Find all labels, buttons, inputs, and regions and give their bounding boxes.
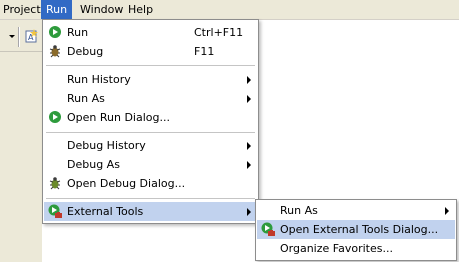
- run-menu: Run Ctrl+F11 Debug F11 Run History Run A…: [42, 19, 259, 224]
- menu-project[interactable]: Project: [0, 0, 46, 19]
- menu-item-label: Debug History: [67, 139, 146, 152]
- menu-item-open-debug-dialog[interactable]: Open Debug Dialog...: [44, 174, 257, 193]
- submenu-arrow-icon: [247, 208, 251, 216]
- submenu-arrow-icon: [445, 207, 449, 215]
- menu-item-debug[interactable]: Debug F11: [44, 42, 257, 61]
- menu-item-run-history[interactable]: Run History: [44, 70, 257, 89]
- submenu-item-open-external-tools-dialog[interactable]: Open External Tools Dialog...: [257, 220, 455, 239]
- menu-item-open-run-dialog[interactable]: Open Run Dialog...: [44, 108, 257, 127]
- menu-item-label: Debug As: [67, 158, 120, 171]
- menu-item-run[interactable]: Run Ctrl+F11: [44, 23, 257, 42]
- toolbar-row: A: [0, 21, 42, 52]
- menu-item-label: Debug: [67, 45, 104, 58]
- submenu-item-run-as[interactable]: Run As: [257, 201, 455, 220]
- menu-item-label: External Tools: [67, 205, 144, 218]
- menu-item-label: Open Run Dialog...: [67, 111, 170, 124]
- menu-item-run-as[interactable]: Run As: [44, 89, 257, 108]
- submenu-arrow-icon: [247, 76, 251, 84]
- dropdown-arrow-icon[interactable]: [9, 35, 15, 38]
- submenu-arrow-icon: [247, 142, 251, 150]
- menu-item-label: Open Debug Dialog...: [67, 177, 186, 190]
- external-tools-icon: [48, 204, 62, 218]
- menu-run[interactable]: Run: [41, 0, 73, 19]
- external-tools-icon: [261, 222, 275, 236]
- menu-item-debug-history[interactable]: Debug History: [44, 136, 257, 155]
- menu-item-label: Run As: [280, 204, 318, 217]
- submenu-item-organize-favorites[interactable]: Organize Favorites...: [257, 239, 455, 258]
- new-file-icon[interactable]: A: [24, 29, 38, 43]
- menu-separator: [46, 65, 255, 66]
- shortcut-label: F11: [194, 45, 215, 58]
- menu-item-label: Organize Favorites...: [280, 242, 393, 255]
- menu-item-external-tools[interactable]: External Tools: [44, 202, 257, 221]
- menu-item-label: Run As: [67, 92, 105, 105]
- run-dialog-icon: [49, 111, 61, 123]
- toolbar: A: [0, 20, 42, 262]
- toolbar-separator: [18, 27, 20, 47]
- menu-item-label: Run History: [67, 73, 131, 86]
- menu-item-label: Open External Tools Dialog...: [280, 223, 439, 236]
- menu-window[interactable]: Window: [75, 0, 128, 19]
- menu-separator: [46, 132, 255, 133]
- submenu-arrow-icon: [247, 161, 251, 169]
- debug-dialog-icon: [49, 177, 61, 190]
- shortcut-label: Ctrl+F11: [194, 26, 244, 39]
- submenu-arrow-icon: [247, 95, 251, 103]
- menu-item-debug-as[interactable]: Debug As: [44, 155, 257, 174]
- menubar: Project Run Window Help: [0, 0, 459, 20]
- menu-help[interactable]: Help: [123, 0, 158, 19]
- external-tools-submenu: Run As Open External Tools Dialog... Org…: [255, 199, 457, 261]
- menu-item-label: Run: [67, 26, 89, 39]
- run-icon: [49, 26, 61, 38]
- menu-separator: [46, 198, 255, 199]
- debug-icon: [49, 45, 61, 58]
